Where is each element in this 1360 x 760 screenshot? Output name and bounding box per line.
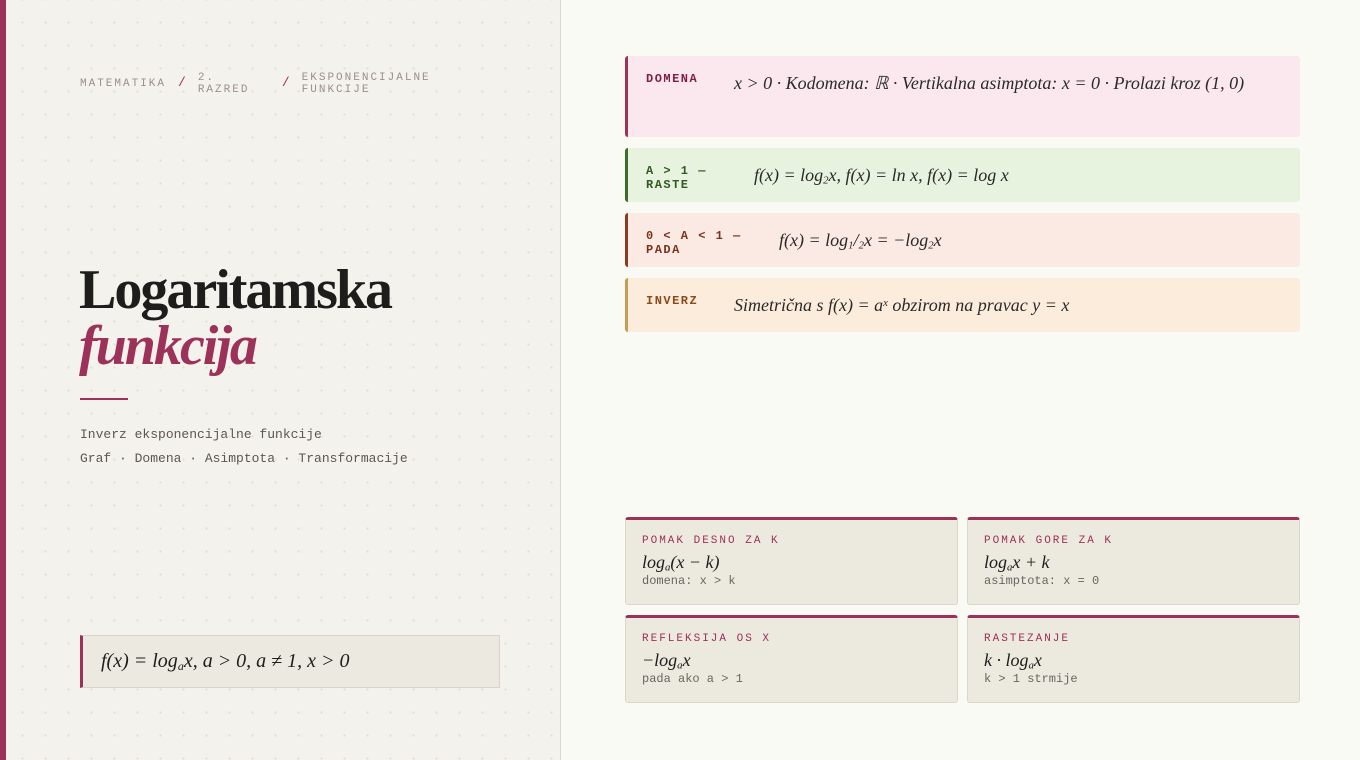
transformation-formula-part: log [642, 552, 666, 572]
left-panel: MATEMATIKA / 2. RAZRED / EKSPONENCIJALNE… [0, 0, 561, 760]
transformation-formula: −logax [642, 648, 957, 672]
transformation-card: POMAK DESNO ZA K loga(x − k) domena: x >… [625, 517, 958, 605]
transformation-card: RASTEZANJE k · logax k > 1 strmije [967, 615, 1300, 703]
transformation-note: domena: x > k [642, 574, 736, 588]
breadcrumb: MATEMATIKA / 2. RAZRED / EKSPONENCIJALNE… [80, 72, 452, 96]
transformation-formula-part: log [984, 552, 1008, 572]
property-card-pada: 0 < A < 1 — PADA f(x) = log1/2x = −log2x [625, 213, 1300, 267]
property-text-raste: f(x) = log2x, f(x) = ln x, f(x) = log x [754, 148, 1009, 189]
transformation-formula-rest: x [682, 650, 691, 670]
raste-formula-part: f(x) = log [754, 165, 824, 185]
property-card-raste: A > 1 — RASTE f(x) = log2x, f(x) = ln x,… [625, 148, 1300, 202]
transformation-label: POMAK GORE ZA K [984, 535, 1114, 547]
breadcrumb-item-razred[interactable]: 2. RAZRED [198, 72, 270, 96]
pada-formula-part: x = −log [863, 230, 929, 250]
breadcrumb-item-matematika[interactable]: MATEMATIKA [80, 78, 166, 90]
definition-formula: f(x) = logax, a > 0, a ≠ 1, x > 0 [80, 635, 500, 688]
property-text-domena: x > 0 · Kodomena: ℝ · Vertikalna asimpto… [734, 73, 1245, 93]
transformation-formula: loga(x − k) [642, 550, 957, 574]
title-divider [80, 398, 128, 400]
transformation-formula-rest: x [1033, 650, 1042, 670]
page-title-line1: Logaritamska [79, 259, 393, 321]
property-tag-raste: A > 1 — RASTE [646, 164, 707, 192]
transformation-note: pada ako a > 1 [642, 672, 743, 686]
transformation-formula-rest: (x − k) [670, 552, 720, 572]
pada-formula-rest: x [933, 230, 942, 250]
transformation-formula-part: −log [642, 650, 678, 670]
page-title-line2: funkcija [79, 315, 258, 377]
property-tag-inverz: INVERZ [646, 294, 699, 308]
subtitle: Inverz eksponencijalne funkcije Graf · D… [80, 423, 408, 471]
transformation-card: REFLEKSIJA OS X −logax pada ako a > 1 [625, 615, 958, 703]
property-text-inverz: Simetrična s f(x) = ax obzirom na pravac… [734, 278, 1069, 319]
transformation-label: REFLEKSIJA OS X [642, 633, 772, 645]
property-tag-pada: 0 < A < 1 — PADA [646, 229, 742, 257]
transformation-card: POMAK GORE ZA K logax + k asimptota: x =… [967, 517, 1300, 605]
transformation-formula: k · logax [984, 648, 1299, 672]
breadcrumb-item-eksponencijalne[interactable]: EKSPONENCIJALNE FUNKCIJE [302, 72, 452, 96]
accent-bar [0, 0, 6, 760]
subtitle-line1: Inverz eksponencijalne funkcije [80, 427, 322, 442]
property-card-domena: DOMENA x > 0 · Kodomena: ℝ · Vertikalna … [625, 56, 1300, 137]
subtitle-line2: Graf · Domena · Asimptota · Transformaci… [80, 451, 408, 466]
inverz-text-rest: obzirom na pravac y = x [887, 295, 1070, 315]
transformation-label: POMAK DESNO ZA K [642, 535, 780, 547]
pada-formula-part: f(x) = log [779, 230, 849, 250]
inverz-text-part: Simetrična s f(x) = a [734, 295, 884, 315]
breadcrumb-separator: / [281, 75, 290, 90]
property-tag-domena: DOMENA [646, 72, 699, 86]
transformation-note: k > 1 strmije [984, 672, 1078, 686]
transformation-formula: logax + k [984, 550, 1299, 574]
property-text-pada: f(x) = log1/2x = −log2x [779, 213, 942, 254]
page-title: Logaritamska funkcija [79, 259, 393, 377]
transformation-formula-part: k · log [984, 650, 1029, 670]
definition-rest: x, a > 0, a ≠ 1, x > 0 [183, 650, 350, 672]
breadcrumb-separator: / [178, 75, 186, 90]
definition-f: f(x) = log [101, 650, 178, 672]
transformation-formula-rest: x + k [1012, 552, 1050, 572]
raste-formula-rest: x, f(x) = ln x, f(x) = log x [828, 165, 1009, 185]
transformation-label: RASTEZANJE [984, 633, 1071, 645]
property-card-inverz: INVERZ Simetrična s f(x) = ax obzirom na… [625, 278, 1300, 332]
transformation-note: asimptota: x = 0 [984, 574, 1100, 588]
